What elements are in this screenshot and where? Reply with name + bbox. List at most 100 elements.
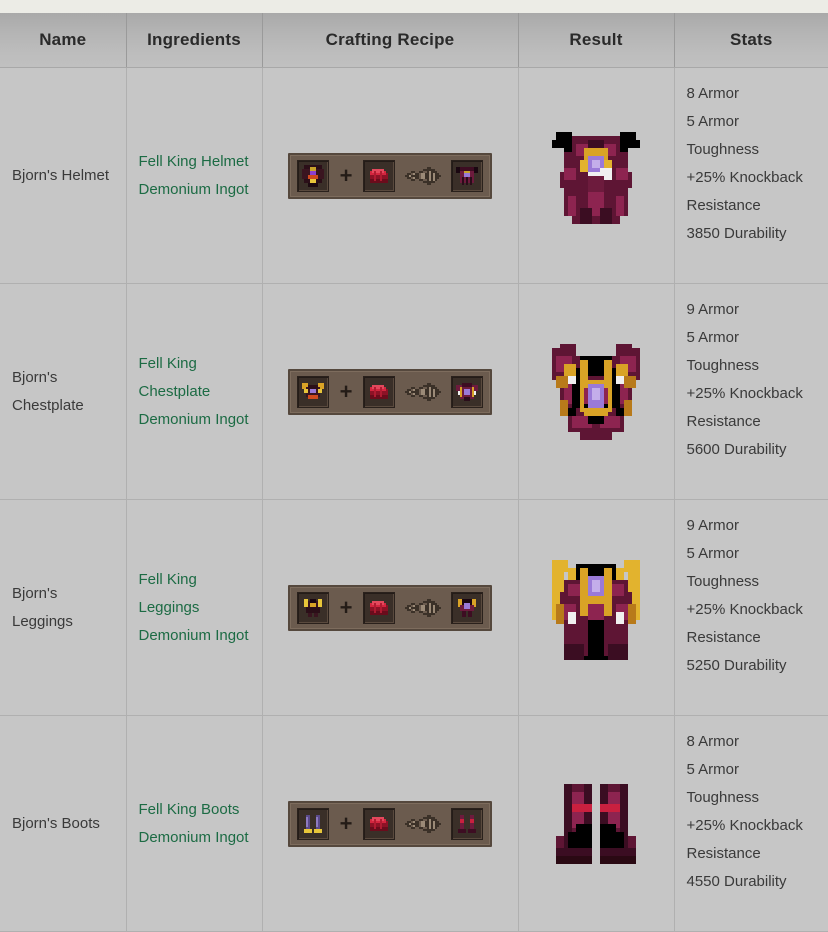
crafting-recipe-bar: + (288, 152, 492, 199)
ingredients-cell: Fell King Leggings Demonium Ingot (126, 499, 263, 716)
fell-king-leggings-icon (300, 595, 326, 621)
item-name-label: Bjorn's Chestplate (12, 368, 84, 414)
recipe-output-slot[interactable] (451, 375, 483, 408)
stat-line: Resistance (686, 197, 761, 214)
table-row: Bjorn's Helmet Fell King Helmet Demonium… (0, 67, 828, 284)
bjorns-chestplate-art (527, 332, 666, 452)
stat-line: 4550 Durability (686, 873, 787, 890)
stat-line: Toughness (686, 789, 760, 806)
recipe-output-slot[interactable] (451, 159, 483, 192)
recipe-input-slot[interactable] (297, 591, 329, 624)
stat-line: 9 Armor (686, 301, 740, 318)
recipe-material-slot[interactable] (363, 375, 395, 408)
bjorns-boots-icon (454, 811, 480, 837)
ingredient-link[interactable]: Demonium Ingot (139, 181, 249, 198)
item-name-label: Bjorn's Leggings (12, 584, 73, 630)
stats-cell: 8 Armor 5 Armor Toughness +25% Knockback… (674, 67, 828, 284)
column-header-name[interactable]: Name (0, 13, 127, 68)
crafting-recipes-table: Name Ingredients Crafting Recipe Result … (0, 13, 828, 932)
recipe-material-slot[interactable] (363, 591, 395, 624)
bjorns-helmet-art (527, 120, 666, 232)
stats-cell: 8 Armor 5 Armor Toughness +25% Knockback… (674, 715, 828, 932)
smithing-arrow-icon (401, 377, 445, 407)
ingredient-link[interactable]: Demonium Ingot (139, 829, 249, 846)
recipe-cell: + (262, 499, 519, 716)
stat-line: 5250 Durability (686, 657, 787, 674)
stat-line: +25% Knockback (686, 169, 803, 186)
crafting-recipe-bar: + (288, 368, 492, 415)
column-header-stats[interactable]: Stats (674, 13, 828, 68)
recipe-input-slot[interactable] (297, 807, 329, 840)
recipe-cell: + (262, 283, 519, 500)
ingredient-link[interactable]: Fell King Chestplate (139, 355, 211, 400)
smithing-arrow-icon (401, 593, 445, 623)
column-header-recipe[interactable]: Crafting Recipe (262, 13, 519, 68)
ingredient-link[interactable]: Demonium Ingot (139, 627, 249, 644)
bjorns-leggings-icon (454, 595, 480, 621)
stat-line: 8 Armor (686, 85, 740, 102)
ingredients-cell: Fell King Helmet Demonium Ingot (126, 67, 263, 284)
table-row: Bjorn's Leggings Fell King Leggings Demo… (0, 499, 828, 716)
recipe-output-slot[interactable] (451, 591, 483, 624)
table-header: Name Ingredients Crafting Recipe Result … (0, 13, 828, 68)
item-name-cell: Bjorn's Boots (0, 715, 127, 932)
recipe-plus-sign: + (339, 378, 353, 404)
result-cell (518, 67, 675, 284)
demonium-ingot-icon (366, 379, 392, 405)
stat-line: 5 Armor (686, 113, 740, 130)
recipe-input-slot[interactable] (297, 375, 329, 408)
recipe-material-slot[interactable] (363, 159, 395, 192)
stats-cell: 9 Armor 5 Armor Toughness +25% Knockback… (674, 499, 828, 716)
fell-king-boots-icon (300, 811, 326, 837)
result-cell (518, 715, 675, 932)
recipe-material-slot[interactable] (363, 807, 395, 840)
stat-line: Toughness (686, 357, 760, 374)
recipe-plus-sign: + (339, 810, 353, 836)
demonium-ingot-icon (366, 811, 392, 837)
smithing-arrow-icon (401, 161, 445, 191)
ingredient-link[interactable]: Fell King Leggings (139, 571, 200, 616)
table-body: Bjorn's Helmet Fell King Helmet Demonium… (0, 67, 828, 932)
bjorns-helmet-icon (454, 163, 480, 189)
item-name-cell: Bjorn's Chestplate (0, 283, 127, 500)
stat-line: 5 Armor (686, 329, 740, 346)
recipe-plus-sign: + (339, 594, 353, 620)
stat-line: 5 Armor (686, 761, 740, 778)
column-header-result[interactable]: Result (518, 13, 675, 68)
ingredients-cell: Fell King Boots Demonium Ingot (126, 715, 263, 932)
stat-line: 5600 Durability (686, 441, 787, 458)
item-name-label: Bjorn's Helmet (12, 166, 110, 184)
stat-line: Toughness (686, 573, 760, 590)
fell-king-helmet-icon (300, 163, 326, 189)
recipe-input-slot[interactable] (297, 159, 329, 192)
recipe-output-slot[interactable] (451, 807, 483, 840)
page-top-strip (0, 0, 828, 13)
crafting-recipe-bar: + (288, 584, 492, 631)
item-name-cell: Bjorn's Helmet (0, 67, 127, 284)
recipe-plus-sign: + (339, 162, 353, 188)
item-name-label: Bjorn's Boots (12, 814, 100, 832)
column-header-ingredients[interactable]: Ingredients (126, 13, 263, 68)
bjorns-boots-art (527, 772, 666, 876)
table-header-row: Name Ingredients Crafting Recipe Result … (0, 13, 828, 68)
stats-cell: 9 Armor 5 Armor Toughness +25% Knockback… (674, 283, 828, 500)
stat-line: Resistance (686, 629, 761, 646)
ingredient-link[interactable]: Demonium Ingot (139, 411, 249, 428)
stat-line: Resistance (686, 845, 761, 862)
stat-line: 8 Armor (686, 733, 740, 750)
item-name-cell: Bjorn's Leggings (0, 499, 127, 716)
ingredient-link[interactable]: Fell King Helmet (139, 153, 249, 170)
stat-line: 5 Armor (686, 545, 740, 562)
demonium-ingot-icon (366, 163, 392, 189)
table-row: Bjorn's Boots Fell King Boots Demonium I… (0, 715, 828, 932)
result-cell (518, 499, 675, 716)
ingredients-cell: Fell King Chestplate Demonium Ingot (126, 283, 263, 500)
stat-line: +25% Knockback (686, 385, 803, 402)
crafting-recipe-bar: + (288, 800, 492, 847)
stat-line: +25% Knockback (686, 817, 803, 834)
bjorns-leggings-art (527, 548, 666, 668)
ingredient-link[interactable]: Fell King Boots (139, 801, 240, 818)
bjorns-chestplate-icon (454, 379, 480, 405)
stat-line: Resistance (686, 413, 761, 430)
recipe-cell: + (262, 715, 519, 932)
